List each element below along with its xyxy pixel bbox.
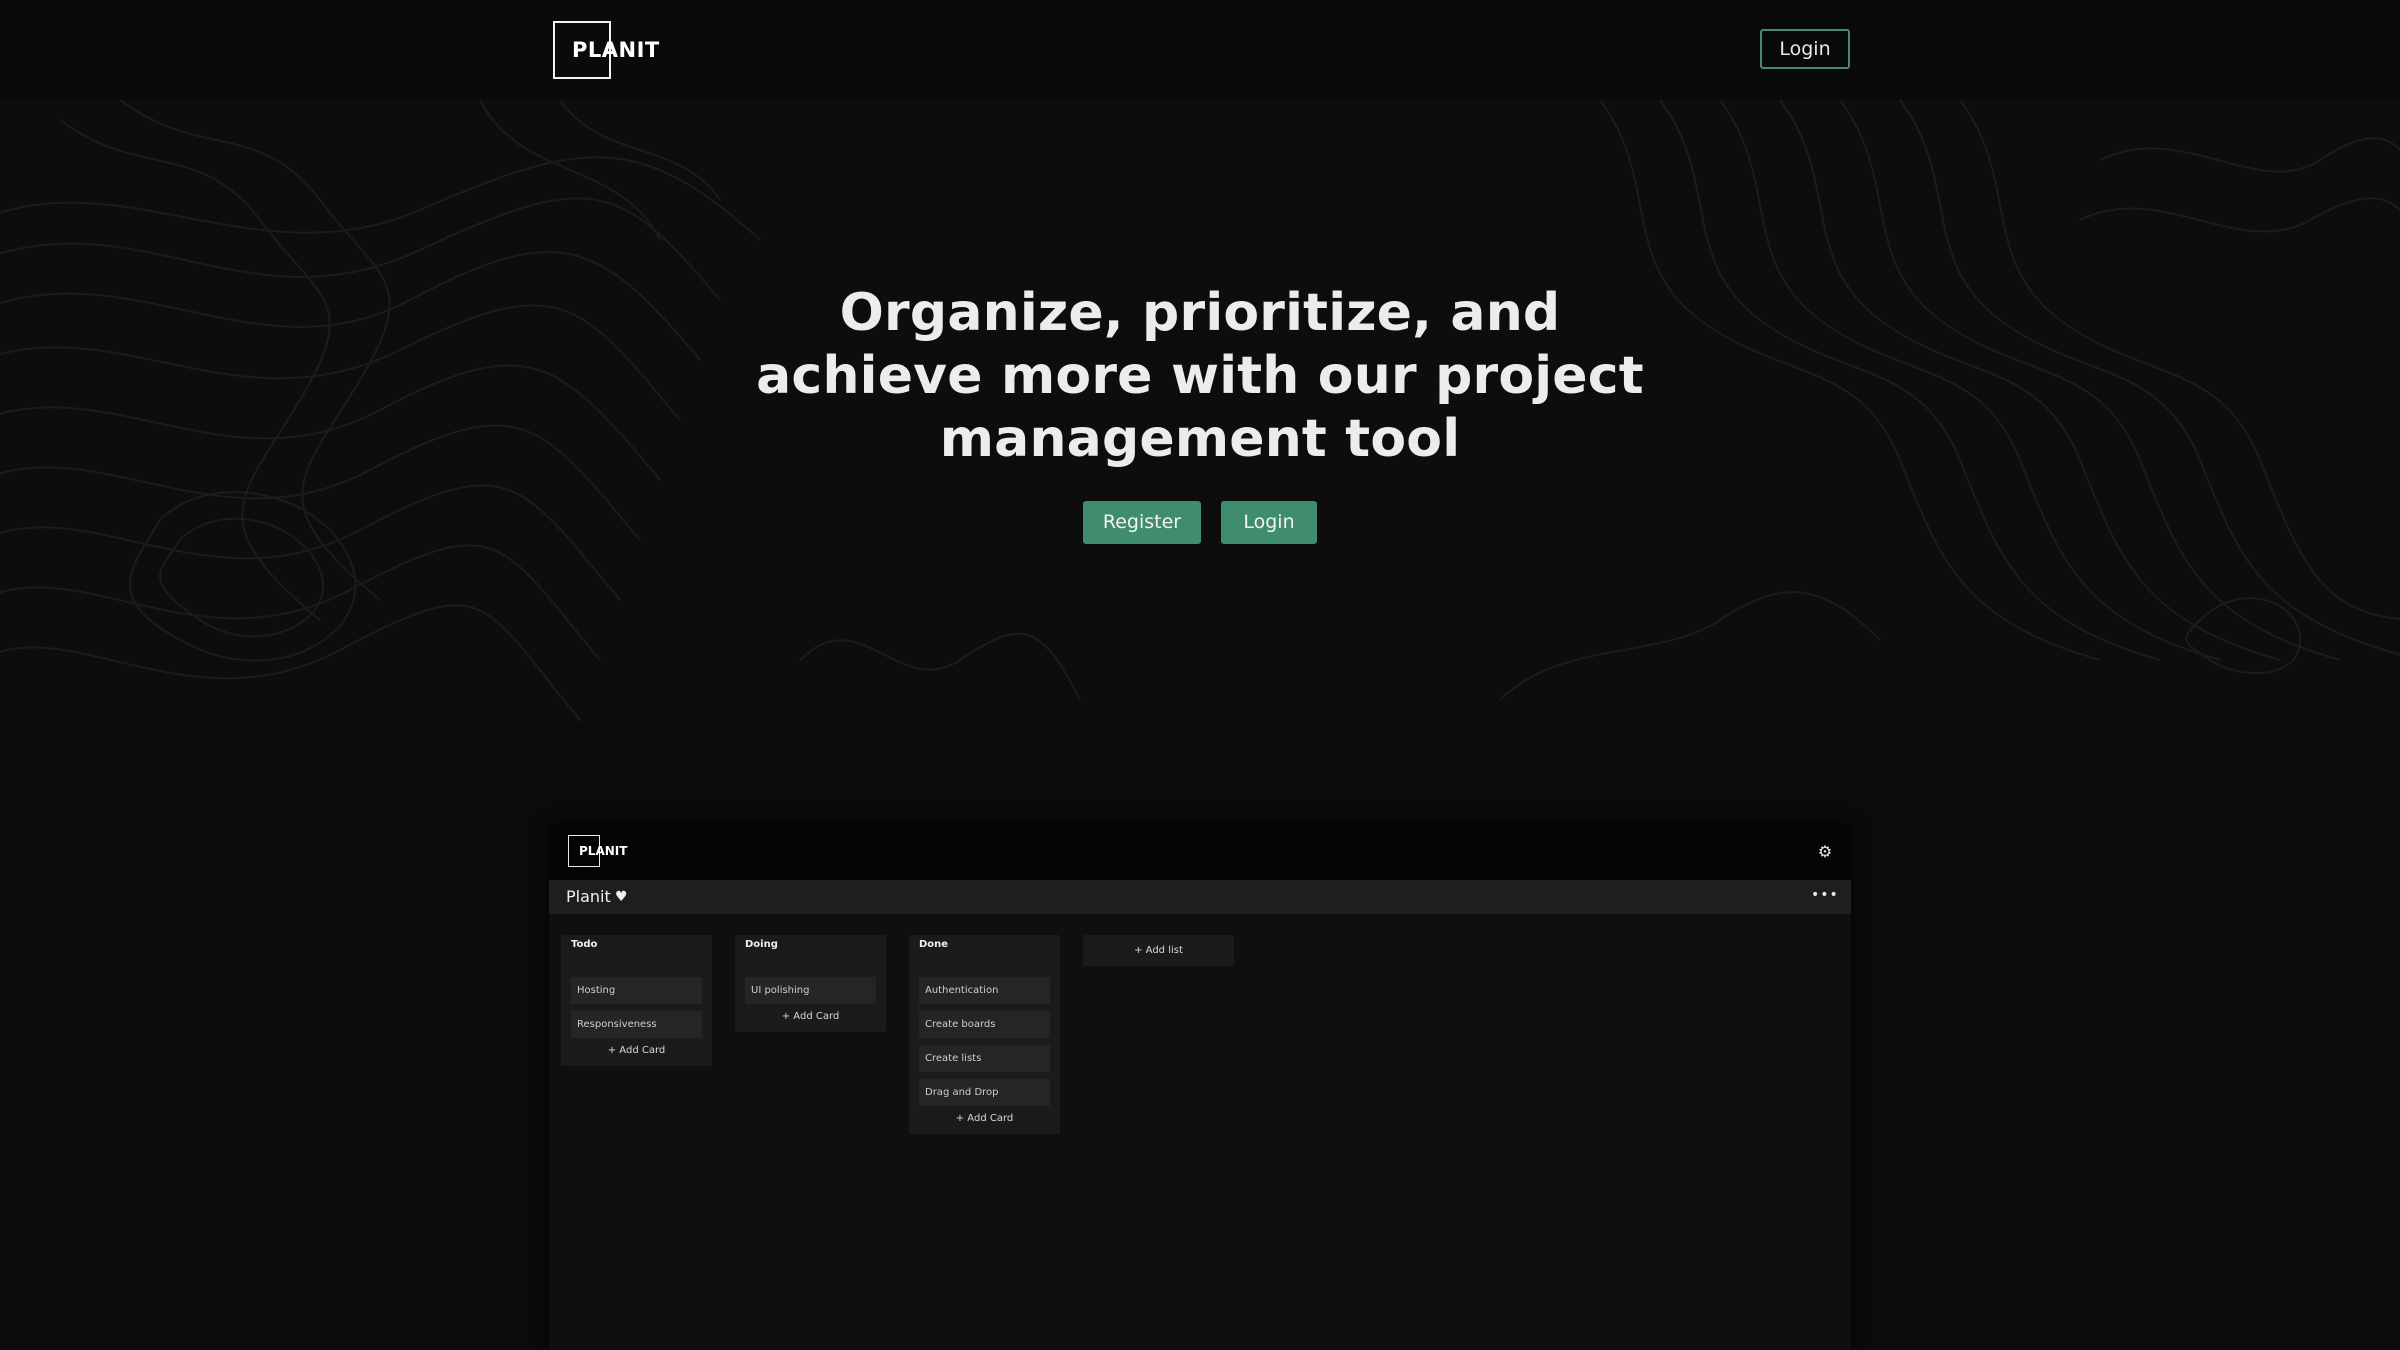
board-title: Planit [566, 887, 611, 906]
header-login-button[interactable]: Login [1760, 29, 1850, 69]
list-title: Doing [745, 939, 778, 950]
hero-section: Organize, prioritize, and achieve more w… [0, 100, 2400, 725]
hero-title: Organize, prioritize, and achieve more w… [756, 283, 1644, 469]
preview-logo-text: PLANIT [579, 844, 628, 858]
list-title: Todo [571, 939, 598, 950]
preview-header: PLANIT ⚙ [549, 824, 1851, 880]
app-preview: PLANIT ⚙ Planit ♥ ••• Todo Hosting Respo… [549, 824, 1851, 1350]
heart-icon[interactable]: ♥ [615, 880, 628, 914]
list-item[interactable]: Responsiveness [571, 1011, 702, 1038]
list-item[interactable]: Create lists [919, 1045, 1050, 1072]
logo-text: PLANIT [572, 38, 660, 62]
site-header: PLANIT Login [0, 0, 2400, 100]
gear-icon[interactable]: ⚙ [1815, 842, 1835, 862]
hero-actions: Register Login [0, 501, 2400, 544]
add-card-button[interactable]: + Add Card [909, 1113, 1060, 1124]
add-card-button[interactable]: + Add Card [735, 1011, 886, 1022]
list-item[interactable]: Hosting [571, 977, 702, 1004]
list-todo: Todo Hosting Responsiveness + Add Card [561, 935, 712, 1066]
add-list-button[interactable]: + Add list [1083, 935, 1234, 966]
planit-logo[interactable]: PLANIT [553, 21, 659, 79]
list-item[interactable]: Create boards [919, 1011, 1050, 1038]
board-bar: Planit ♥ ••• [549, 880, 1851, 914]
more-horizontal-icon[interactable]: ••• [1811, 880, 1839, 910]
list-doing: Doing UI polishing + Add Card [735, 935, 886, 1032]
preview-logo[interactable]: PLANIT [568, 835, 627, 867]
list-item[interactable]: Authentication [919, 977, 1050, 1004]
list-item[interactable]: UI polishing [745, 977, 876, 1004]
register-button[interactable]: Register [1083, 501, 1201, 544]
list-done: Done Authentication Create boards Create… [909, 935, 1060, 1134]
list-item[interactable]: Drag and Drop [919, 1079, 1050, 1106]
landing-page: PLANIT Login Organize, prioritize, and a… [0, 0, 2400, 1350]
list-title: Done [919, 939, 949, 950]
hero-login-button[interactable]: Login [1221, 501, 1317, 544]
add-card-button[interactable]: + Add Card [561, 1045, 712, 1056]
